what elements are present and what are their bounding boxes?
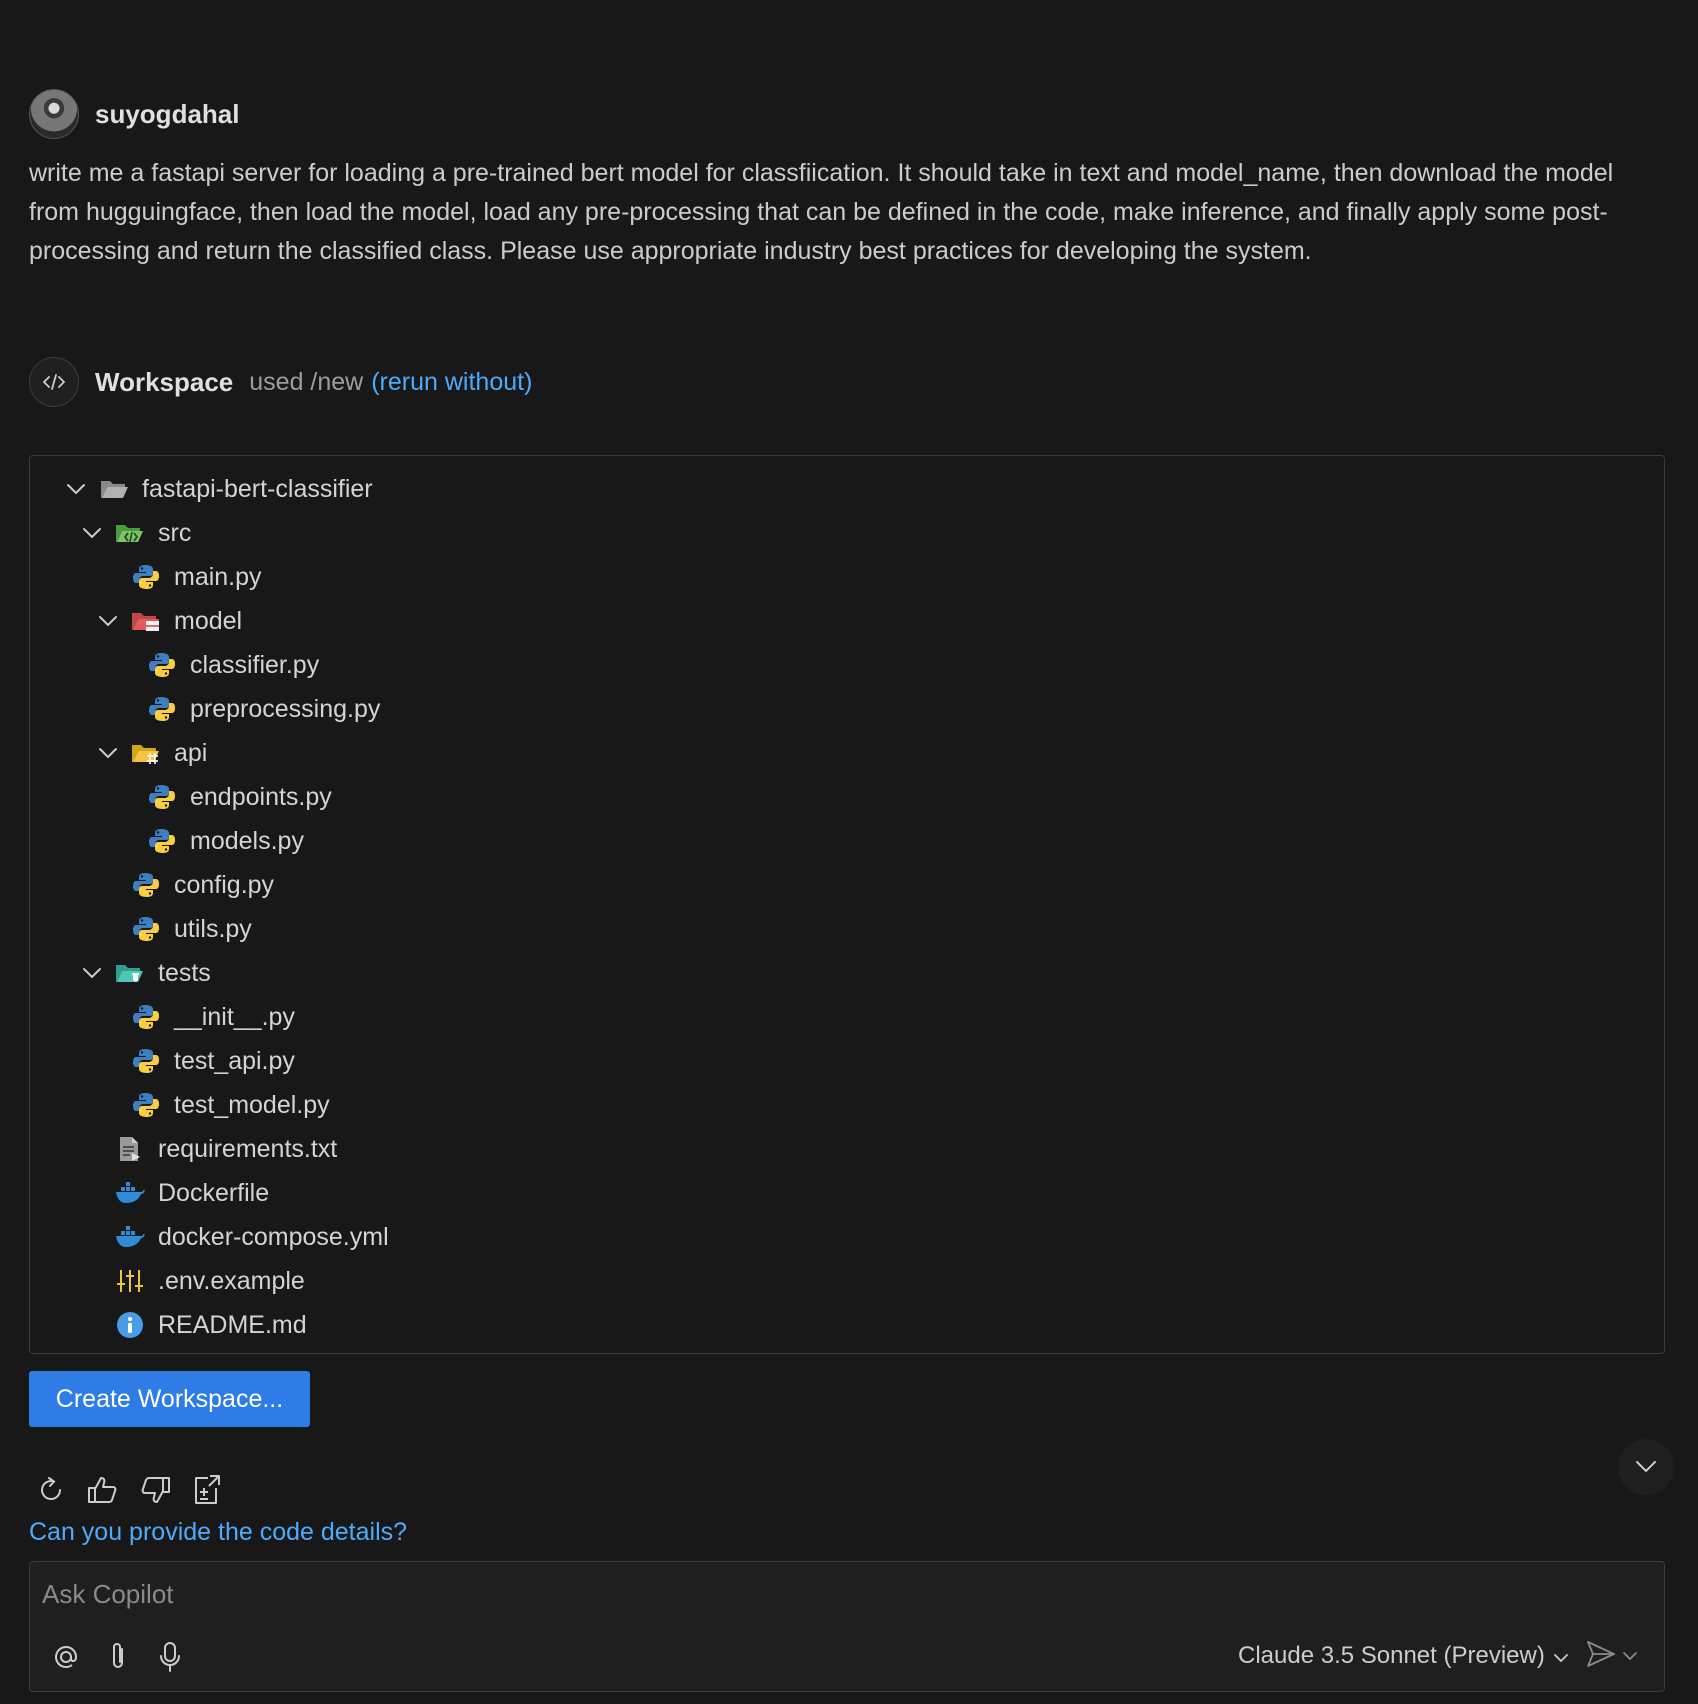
chat-tools [50,1640,186,1674]
chevron-down-icon[interactable] [96,741,120,765]
tree-file-docker-compose[interactable]: docker-compose.yml [114,1215,389,1259]
microphone-icon[interactable] [154,1640,186,1674]
tree-folder-root[interactable]: fastapi-bert-classifier [64,467,373,511]
scroll-down-button[interactable] [1618,1439,1674,1495]
tree-label: requirements.txt [158,1134,338,1163]
rerun-without-link[interactable]: (rerun without) [371,368,532,397]
create-workspace-button[interactable]: Create Workspace... [29,1371,310,1427]
user-name: suyogdahal [95,98,240,129]
tree-label: .env.example [158,1266,305,1295]
tree-label: README.md [158,1310,307,1339]
tree-label: tests [158,958,211,987]
python-file-icon [130,1090,162,1120]
tree-label: classifier.py [190,650,320,679]
tree-label: config.py [174,870,275,899]
tree-label: src [158,518,192,547]
tree-label: models.py [190,826,304,855]
tree-file-utils-py[interactable]: utils.py [130,907,252,951]
retry-icon[interactable] [34,1472,68,1508]
tree-folder-tests[interactable]: tests [80,951,211,995]
tree-label: endpoints.py [190,782,332,811]
attach-icon[interactable] [102,1640,134,1674]
tree-file-preprocessing-py[interactable]: preprocessing.py [146,687,380,731]
chevron-down-icon[interactable] [1622,1648,1638,1666]
tree-file-config-py[interactable]: config.py [130,863,274,907]
thumbs-up-icon[interactable] [86,1472,120,1508]
user-message: write me a fastapi server for loading a … [29,159,1614,265]
copilot-chat-panel: suyogdahal write me a fastapi server for… [0,0,1698,1704]
tree-label: utils.py [174,914,252,943]
tree-label: __init__.py [174,1002,295,1031]
tree-label: main.py [174,562,262,591]
tree-label: model [174,606,243,635]
tree-file-test-api-py[interactable]: test_api.py [130,1039,295,1083]
user-header: suyogdahal [29,88,239,140]
tree-file-requirements-txt[interactable]: requirements.txt [114,1127,337,1171]
tree-file-endpoints-py[interactable]: endpoints.py [146,775,332,819]
insert-into-file-icon[interactable] [190,1472,224,1508]
model-picker[interactable]: Claude 3.5 Sonnet (Preview) [1238,1642,1569,1670]
api-folder-icon [130,738,162,768]
send-button[interactable] [1586,1640,1638,1673]
settings-sliders-icon [114,1266,146,1296]
response-actions [34,1472,224,1508]
tree-file-test-model-py[interactable]: test_model.py [130,1083,330,1127]
python-file-icon [146,826,178,856]
chevron-down-icon [1553,1642,1569,1670]
tree-file-readme-md[interactable]: README.md [114,1303,307,1347]
tree-label: test_api.py [174,1046,295,1075]
chevron-down-icon[interactable] [96,609,120,633]
mention-icon[interactable] [50,1640,82,1674]
model-name: Claude 3.5 Sonnet (Preview) [1238,1642,1545,1669]
user-avatar [29,89,79,139]
folder-open-icon [98,474,130,504]
tree-folder-model[interactable]: model [96,599,242,643]
src-folder-icon [114,518,146,548]
thumbs-down-icon[interactable] [138,1472,172,1508]
model-folder-icon [130,606,162,636]
tree-label: api [174,738,208,767]
chat-input-box: Claude 3.5 Sonnet (Preview) [29,1561,1665,1692]
tree-label: docker-compose.yml [158,1222,389,1251]
follow-up-suggestion[interactable]: Can you provide the code details? [29,1518,407,1547]
file-tree-panel: fastapi-bert-classifier src main.py mode… [29,455,1665,1354]
python-file-icon [146,650,178,680]
tree-label: test_model.py [174,1090,330,1119]
python-file-icon [130,1002,162,1032]
python-file-icon [130,1046,162,1076]
tree-label: fastapi-bert-classifier [142,474,373,503]
tree-file-models-py[interactable]: models.py [146,819,304,863]
tree-folder-src[interactable]: src [80,511,191,555]
send-icon[interactable] [1586,1640,1616,1673]
tree-folder-api[interactable]: api [96,731,207,775]
python-file-icon [130,914,162,944]
tree-file-init-py[interactable]: __init__.py [130,995,295,1039]
tests-folder-icon [114,958,146,988]
docker-icon [114,1178,146,1208]
tree-file-dockerfile[interactable]: Dockerfile [114,1171,269,1215]
tree-file-classifier-py[interactable]: classifier.py [146,643,319,687]
tree-label: Dockerfile [158,1178,270,1207]
text-file-icon [114,1134,146,1164]
python-file-icon [130,870,162,900]
info-icon [114,1310,146,1340]
docker-icon [114,1222,146,1252]
chevron-down-icon[interactable] [80,961,104,985]
tree-file-env-example[interactable]: .env.example [114,1259,305,1303]
python-file-icon [130,562,162,592]
chevron-down-icon[interactable] [64,477,88,501]
tree-label: preprocessing.py [190,694,381,723]
tree-file-main-py[interactable]: main.py [130,555,262,599]
ask-copilot-input[interactable] [42,1574,1642,1614]
code-icon [29,357,79,407]
workspace-name: Workspace [95,366,234,397]
workspace-header: Workspace used /new (rerun without) [29,357,532,407]
python-file-icon [146,694,178,724]
workspace-used-command: used /new [249,367,364,396]
chevron-down-icon[interactable] [80,521,104,545]
python-file-icon [146,782,178,812]
